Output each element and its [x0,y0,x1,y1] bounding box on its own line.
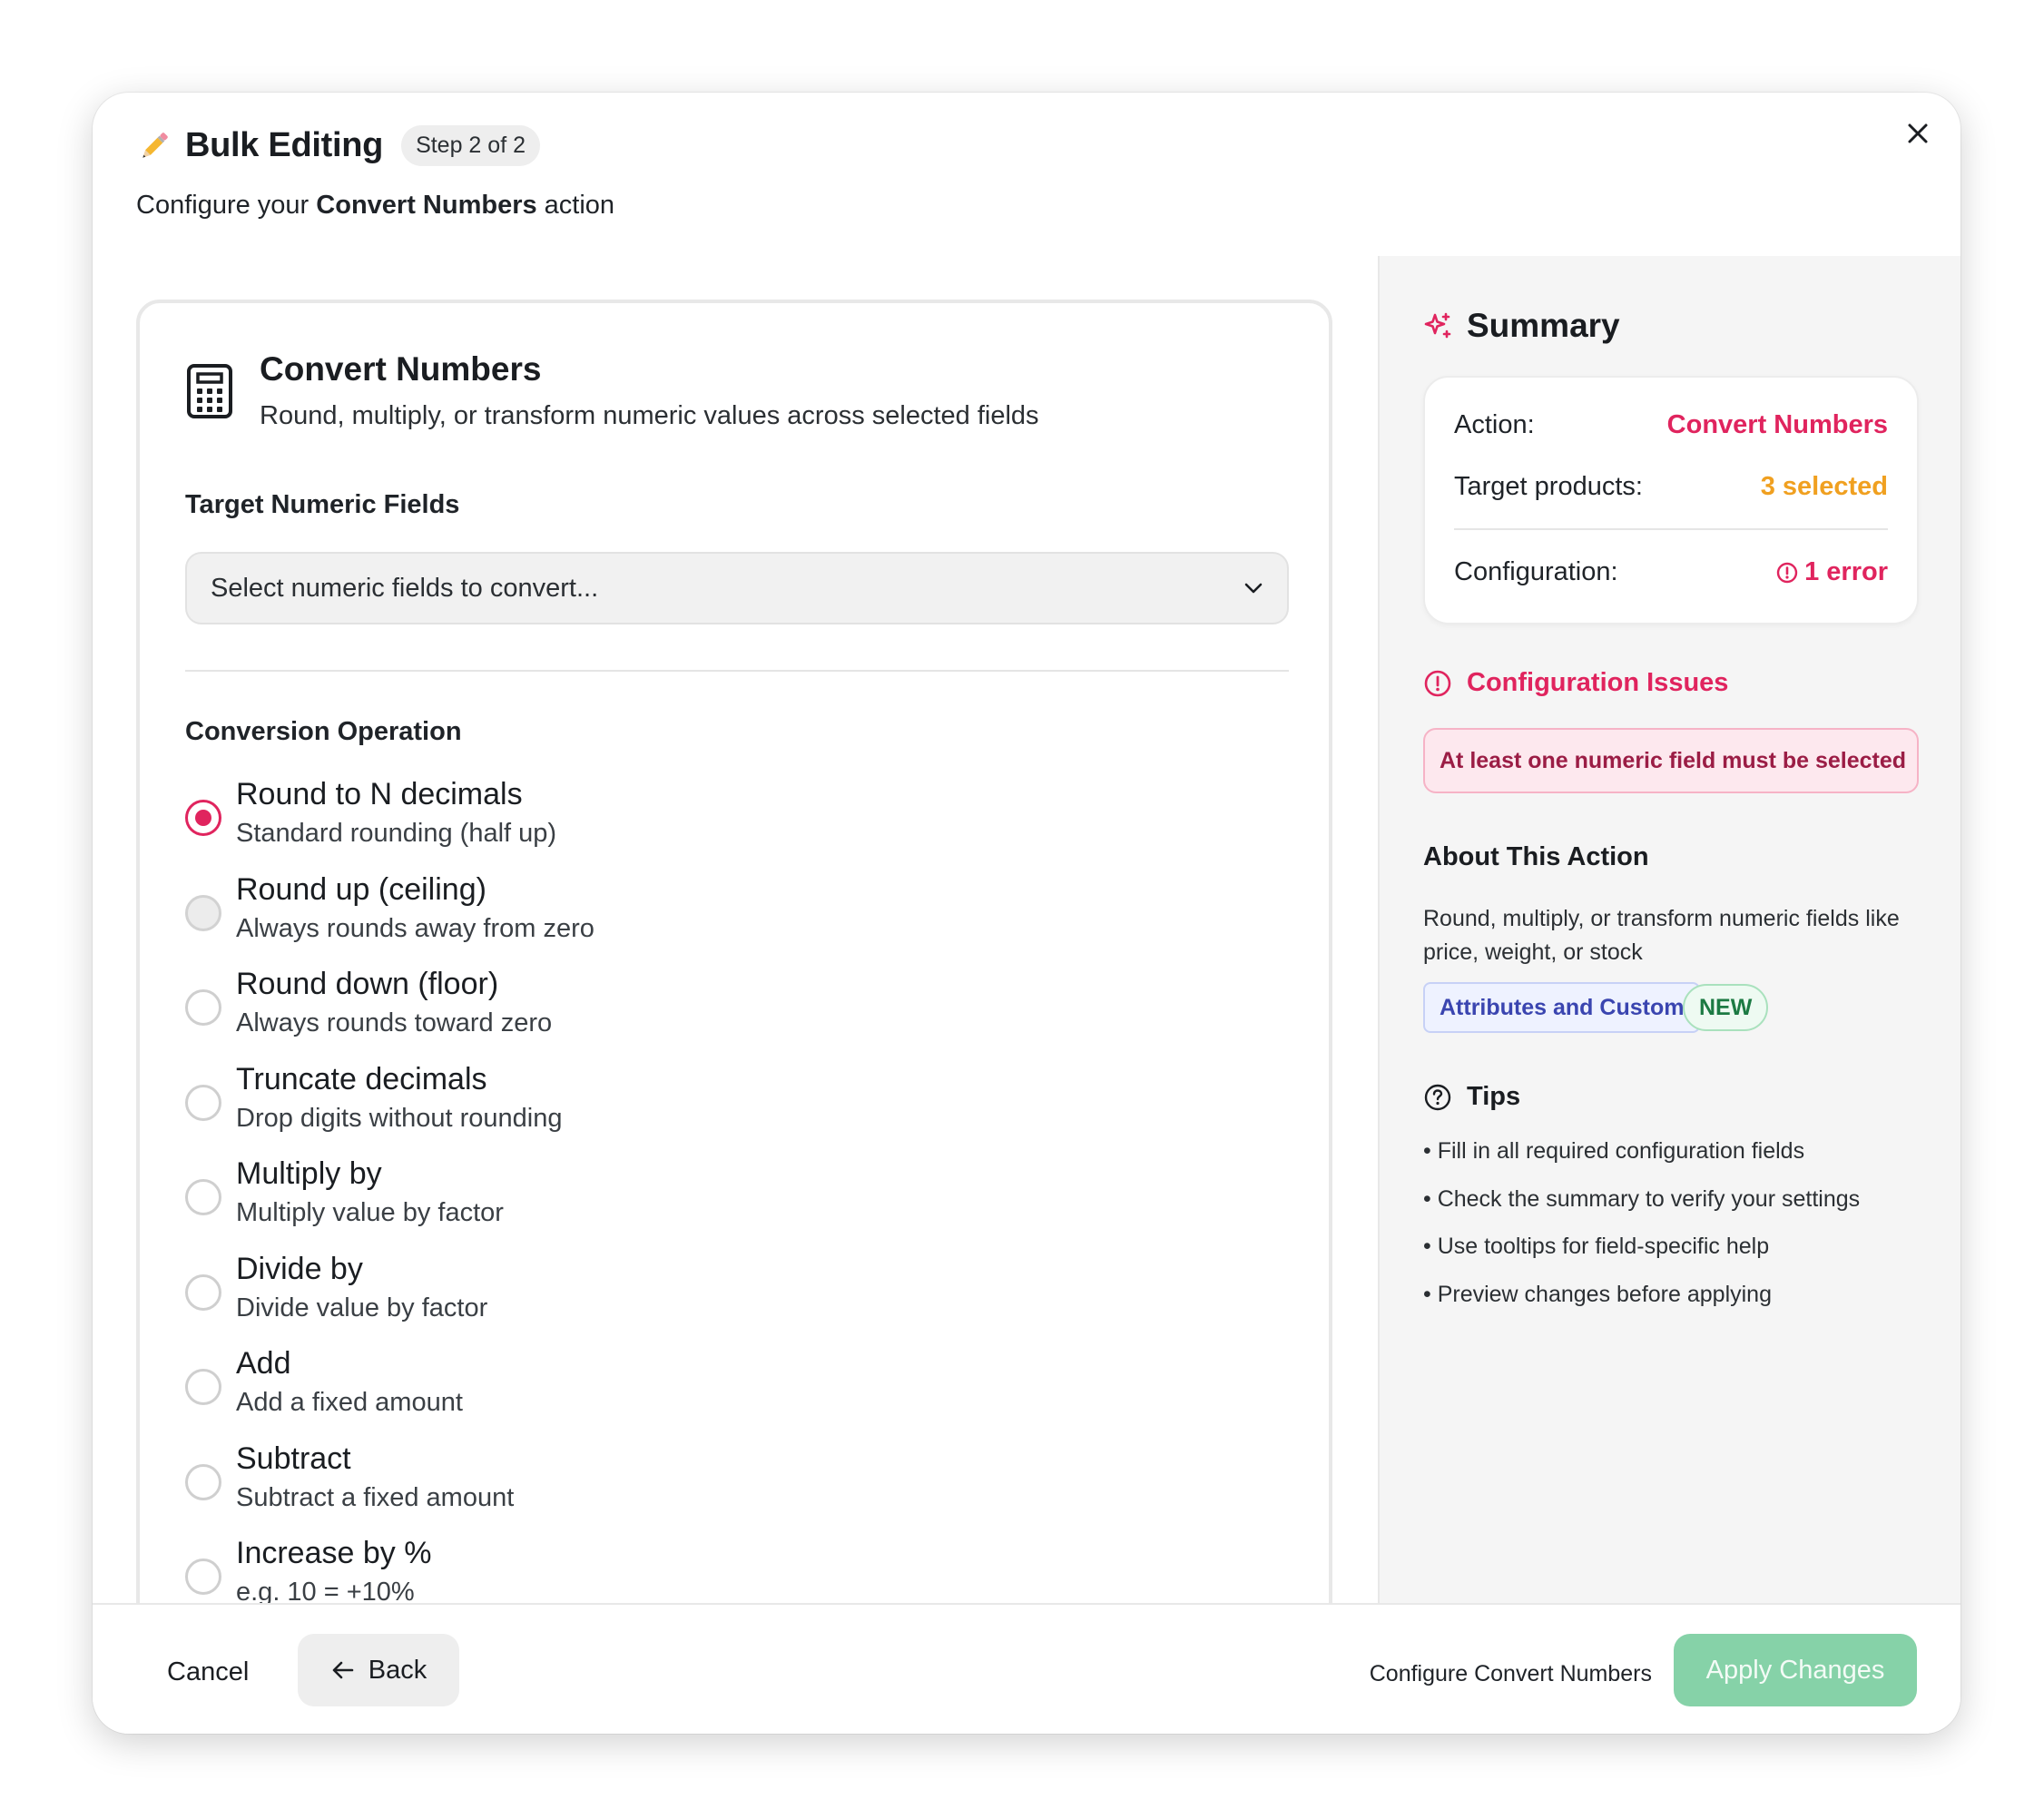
option-subtract[interactable]: Subtract Subtract a fixed amount [185,1441,1274,1544]
modal-footer: Cancel Back Configure Convert Numbers Ap… [93,1603,1960,1734]
option-label: Subtract [236,1440,351,1476]
radio-button[interactable] [185,1273,221,1311]
modal-header: Bulk Editing Step 2 of 2 Configure your … [93,93,1960,256]
help-circle-icon [1424,1084,1451,1110]
option-description: Divide value by factor [236,1293,488,1322]
back-button[interactable]: Back [298,1634,459,1706]
action-key: Action: [1454,410,1535,439]
subtitle-action: Convert Numbers [316,191,537,220]
alert-circle-icon [1424,670,1451,696]
summary-action-row: Action: Convert Numbers [1454,410,1888,440]
option-label: Round up (ceiling) [236,871,486,907]
summary-header: Summary [1423,307,1620,345]
radio-button[interactable] [185,989,221,1026]
about-text: Round, multiply, or transform numeric fi… [1423,906,1900,965]
configuration-issues-header: Configuration Issues [1423,668,1728,698]
error-circle-icon [1776,562,1798,583]
category-tag: Attributes and Custom [1423,982,1701,1033]
sparkle-icon [1424,312,1451,339]
radio-button[interactable] [185,1179,221,1215]
select-placeholder: Select numeric fields to convert... [211,573,599,603]
modal-subtitle: Configure your Convert Numbers action [136,191,614,221]
option-description: Drop digits without rounding [236,1103,563,1133]
option-label: Multiply by [236,1156,382,1191]
about-title: About This Action [1423,842,1649,871]
cancel-button[interactable]: Cancel [136,1636,280,1708]
target-fields-label: Target Numeric Fields [185,490,460,519]
pencil-icon [142,132,168,158]
new-badge: NEW [1683,984,1769,1031]
radio-button[interactable] [185,894,221,931]
close-icon [1908,123,1928,143]
option-label: Add [236,1346,291,1381]
config-key: Configuration: [1454,557,1618,586]
operation-radio-group: Round to N decimals Standard rounding (h… [185,777,1274,1638]
config-error: 1 error [1775,557,1888,587]
option-label: Truncate decimals [236,1061,487,1096]
modal-title: Bulk Editing [185,126,384,164]
numeric-fields-select[interactable]: Select numeric fields to convert... [185,552,1289,624]
action-value: Convert Numbers [1666,410,1888,439]
option-description: Add a fixed amount [236,1388,463,1417]
section-divider [185,670,1289,672]
tip-item: • Preview changes before applying [1423,1281,1772,1307]
close-button[interactable] [1899,114,1937,152]
radio-button[interactable] [185,1558,221,1595]
summary-panel: Summary Action: Convert Numbers Target p… [1378,256,1960,1603]
conversion-operation-label: Conversion Operation [185,717,462,746]
tip-item: • Fill in all required configuration fie… [1423,1138,1805,1164]
tip-item: • Use tooltips for field-specific help [1423,1234,1770,1259]
subtitle-prefix: Configure your [136,191,310,220]
option-label: Increase by % [236,1536,432,1570]
convert-numbers-card: Convert Numbers Round, multiply, or tran… [136,300,1332,1734]
footer-hint: Configure Convert Numbers [1369,1661,1652,1686]
option-description: Always rounds toward zero [236,1008,553,1037]
tip-item: • Check the summary to verify your setti… [1423,1185,1861,1212]
option-label: Round to N decimals [236,777,523,811]
subtitle-suffix: action [544,191,615,220]
card-title: Convert Numbers [260,350,542,388]
bulk-edit-modal: Bulk Editing Step 2 of 2 Configure your … [93,93,1960,1734]
summary-card: Action: Convert Numbers Target products:… [1423,376,1919,624]
option-description: Multiply value by factor [236,1198,504,1227]
target-value: 3 selected [1760,472,1888,501]
option-round-down[interactable]: Round down (floor) Always rounds toward … [185,967,1274,1069]
tips-list: • Fill in all required configuration fie… [1423,1138,1860,1329]
tips-header: Tips [1423,1082,1520,1112]
config-value: 1 error [1804,557,1888,586]
radio-button[interactable] [185,1084,221,1121]
back-label: Back [368,1655,427,1685]
radio-button[interactable] [185,800,221,836]
option-round-up[interactable]: Round up (ceiling) Always rounds away fr… [185,872,1274,975]
calculator-icon [187,364,232,418]
radio-button[interactable] [185,1369,221,1405]
step-badge: Step 2 of 2 [401,125,540,166]
option-label: Divide by [236,1251,363,1286]
issue-message: At least one numeric field must be selec… [1423,728,1919,793]
card-description: Round, multiply, or transform numeric va… [260,401,1039,430]
option-divide[interactable]: Divide by Divide value by factor [185,1252,1274,1354]
arrow-left-icon [332,1661,354,1679]
apply-changes-button[interactable]: Apply Changes [1674,1634,1917,1706]
radio-button[interactable] [185,1463,221,1500]
option-round-decimals[interactable]: Round to N decimals Standard rounding (h… [185,777,1274,880]
summary-target-row: Target products: 3 selected [1454,472,1888,502]
option-description: Subtract a fixed amount [236,1482,515,1512]
option-label: Round down (floor) [236,967,499,1001]
summary-divider [1454,528,1888,530]
tips-title: Tips [1467,1082,1521,1111]
option-description: Standard rounding (half up) [236,819,557,848]
issues-title: Configuration Issues [1467,668,1729,697]
summary-config-row: Configuration: 1 error [1454,557,1888,587]
option-truncate[interactable]: Truncate decimals Drop digits without ro… [185,1062,1274,1165]
summary-title: Summary [1467,307,1620,344]
chevron-down-icon [1244,583,1263,594]
option-add[interactable]: Add Add a fixed amount [185,1346,1274,1449]
title-row: Bulk Editing Step 2 of 2 [136,125,540,166]
option-description: Always rounds away from zero [236,913,595,943]
target-key: Target products: [1454,472,1643,501]
option-multiply[interactable]: Multiply by Multiply value by factor [185,1156,1274,1259]
